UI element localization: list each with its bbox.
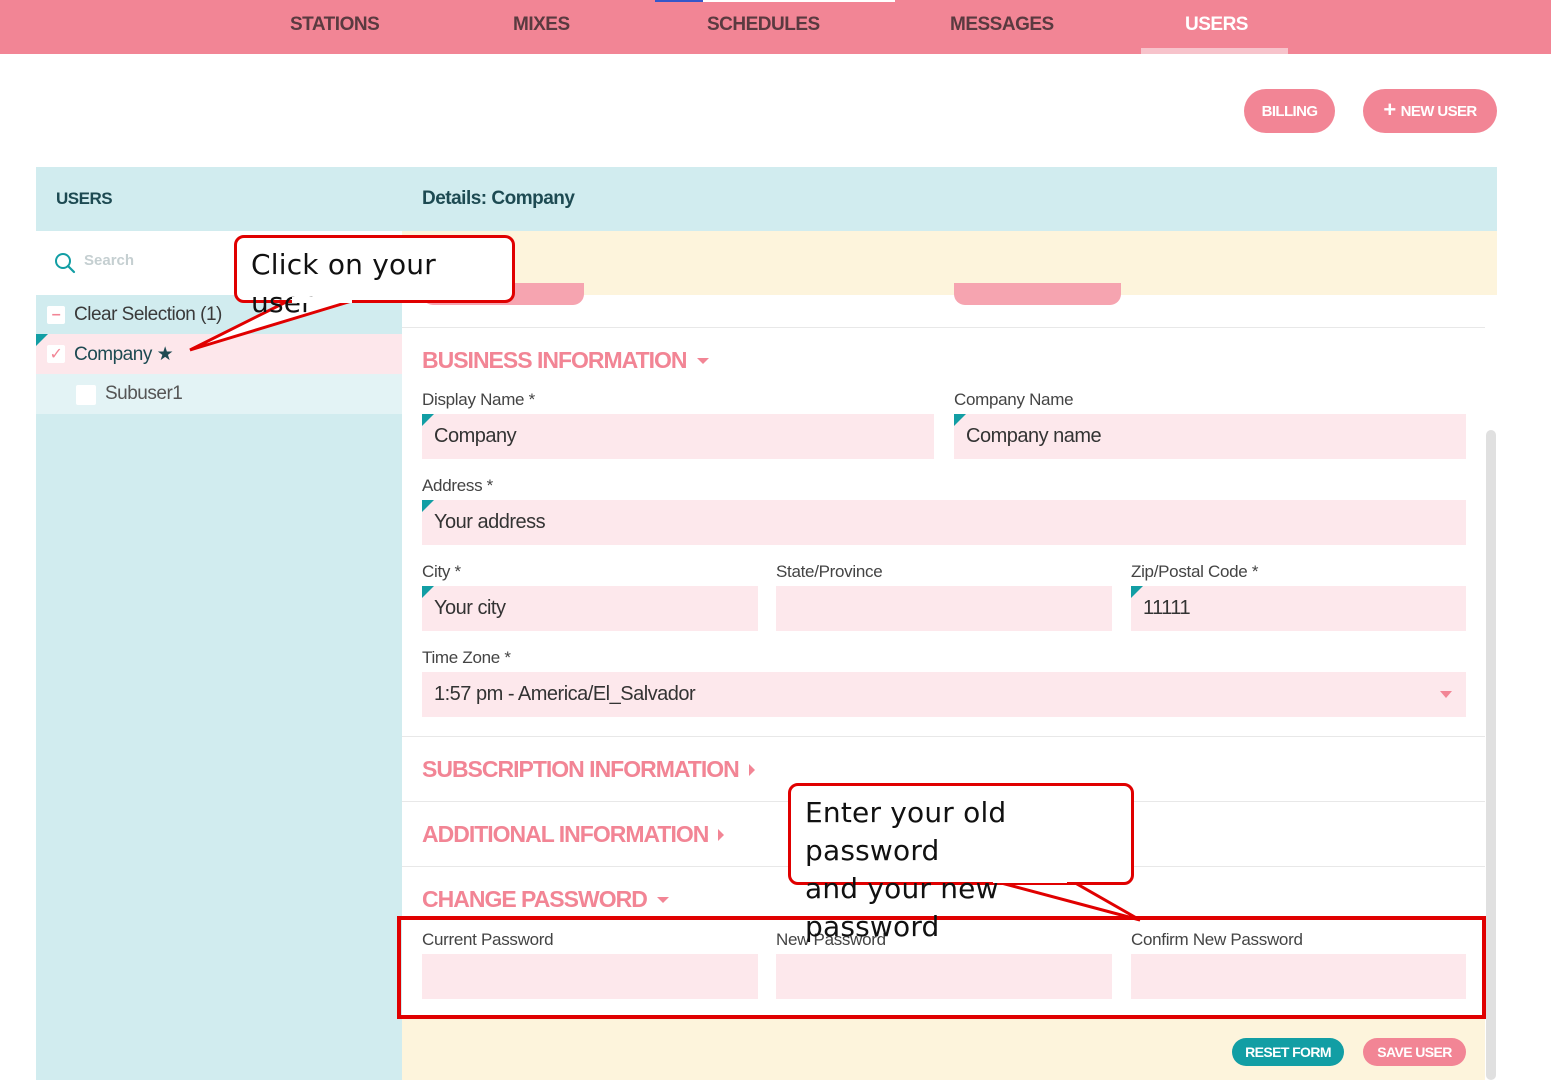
field-corner-icon bbox=[1131, 586, 1143, 598]
active-tab-indicator bbox=[1141, 48, 1288, 54]
save-user-button[interactable]: SAVE USER bbox=[1363, 1038, 1466, 1066]
activate-device-button[interactable] bbox=[954, 283, 1121, 305]
section-title-label: BUSINESS INFORMATION bbox=[422, 347, 688, 373]
user-item-company[interactable]: ✓ Company ★ bbox=[36, 334, 402, 374]
details-scrollbar[interactable] bbox=[1486, 430, 1496, 1080]
display-name-field[interactable]: Company bbox=[422, 414, 934, 459]
section-additional-information[interactable]: ADDITIONAL INFORMATION bbox=[422, 821, 725, 848]
section-business-information[interactable]: BUSINESS INFORMATION bbox=[422, 347, 709, 374]
users-panel: USERS Search – Clear Selection (1) ✓ Com… bbox=[36, 167, 402, 1080]
user-item-label: Company ★ bbox=[74, 343, 174, 365]
state-label: State/Province bbox=[776, 562, 883, 581]
callout-enter-password: Enter your old password and your new pas… bbox=[788, 783, 1134, 943]
divider bbox=[402, 736, 1485, 737]
section-title-label: ADDITIONAL INFORMATION bbox=[422, 821, 709, 847]
city-field[interactable]: Your city bbox=[422, 586, 758, 631]
callout-text: and your new password bbox=[805, 872, 999, 943]
display-name-value: Company bbox=[434, 425, 517, 447]
users-panel-title: USERS bbox=[56, 189, 113, 208]
city-value: Your city bbox=[434, 597, 506, 619]
section-title-label: CHANGE PASSWORD bbox=[422, 886, 648, 912]
address-value: Your address bbox=[434, 511, 546, 533]
callout-text: Enter your old password bbox=[805, 796, 1007, 867]
tab-mixes[interactable]: MIXES bbox=[513, 14, 570, 36]
city-label: City * bbox=[422, 562, 461, 581]
company-name-value: Company name bbox=[966, 425, 1102, 447]
caret-right-icon bbox=[718, 828, 725, 841]
timezone-select[interactable]: 1:57 pm - America/El_Salvador bbox=[422, 672, 1466, 717]
field-corner-icon bbox=[954, 414, 966, 426]
zip-field[interactable]: 11111 bbox=[1131, 586, 1466, 631]
top-navigation: STATIONS MIXES SCHEDULES MESSAGES USERS bbox=[0, 0, 1551, 54]
callout-seam bbox=[292, 297, 352, 303]
zip-label: Zip/Postal Code * bbox=[1131, 562, 1259, 581]
plus-icon: + bbox=[1383, 97, 1396, 122]
save-user-label: SAVE USER bbox=[1377, 1044, 1452, 1060]
tab-stations[interactable]: STATIONS bbox=[290, 14, 380, 36]
tab-users[interactable]: USERS bbox=[1185, 14, 1248, 36]
details-title: Details: Company bbox=[402, 167, 1497, 231]
timezone-label: Time Zone * bbox=[422, 648, 511, 667]
field-corner-icon bbox=[422, 414, 434, 426]
callout-seam bbox=[993, 877, 1067, 883]
state-field[interactable] bbox=[776, 586, 1112, 631]
timezone-value: 1:57 pm - America/El_Salvador bbox=[434, 683, 696, 705]
company-name-label: Company Name bbox=[954, 390, 1074, 409]
checkbox-checked-icon[interactable]: ✓ bbox=[47, 345, 65, 363]
user-item-subuser1[interactable]: Subuser1 bbox=[36, 374, 402, 414]
caret-right-icon bbox=[748, 763, 755, 776]
address-field[interactable]: Your address bbox=[422, 500, 1466, 545]
reset-form-button[interactable]: RESET FORM bbox=[1232, 1038, 1344, 1066]
callout-click-user: Click on your user bbox=[234, 235, 515, 319]
selected-indicator-icon bbox=[36, 334, 48, 346]
search-input[interactable]: Search bbox=[84, 252, 134, 269]
form-actions-band: RESET FORM SAVE USER bbox=[402, 1018, 1485, 1080]
caret-down-icon bbox=[696, 357, 709, 364]
zip-value: 11111 bbox=[1143, 597, 1191, 619]
nav-accent-line bbox=[655, 0, 703, 2]
caret-down-icon bbox=[656, 896, 669, 903]
field-corner-icon bbox=[422, 500, 434, 512]
new-user-label: NEW USER bbox=[1400, 102, 1478, 120]
reset-form-label: RESET FORM bbox=[1245, 1044, 1331, 1060]
section-title-label: SUBSCRIPTION INFORMATION bbox=[422, 756, 740, 782]
section-change-password[interactable]: CHANGE PASSWORD bbox=[422, 886, 669, 913]
display-name-label: Display Name * bbox=[422, 390, 535, 409]
company-name-field[interactable]: Company name bbox=[954, 414, 1466, 459]
billing-label: BILLING bbox=[1261, 102, 1318, 120]
new-user-button[interactable]: + NEW USER bbox=[1363, 89, 1497, 133]
dropdown-arrow-icon bbox=[1440, 691, 1452, 698]
checkbox[interactable] bbox=[76, 385, 96, 405]
nav-accent-line bbox=[703, 0, 895, 2]
billing-button[interactable]: BILLING bbox=[1244, 89, 1335, 133]
field-corner-icon bbox=[422, 586, 434, 598]
tab-schedules[interactable]: SCHEDULES bbox=[707, 14, 820, 36]
divider bbox=[402, 327, 1485, 328]
section-subscription-information[interactable]: SUBSCRIPTION INFORMATION bbox=[422, 756, 755, 783]
search-icon bbox=[55, 253, 76, 274]
tab-messages[interactable]: MESSAGES bbox=[950, 14, 1054, 36]
user-item-label: Subuser1 bbox=[105, 383, 183, 404]
minus-icon: – bbox=[47, 306, 65, 324]
clear-selection-label: Clear Selection (1) bbox=[74, 303, 222, 325]
address-label: Address * bbox=[422, 476, 494, 495]
